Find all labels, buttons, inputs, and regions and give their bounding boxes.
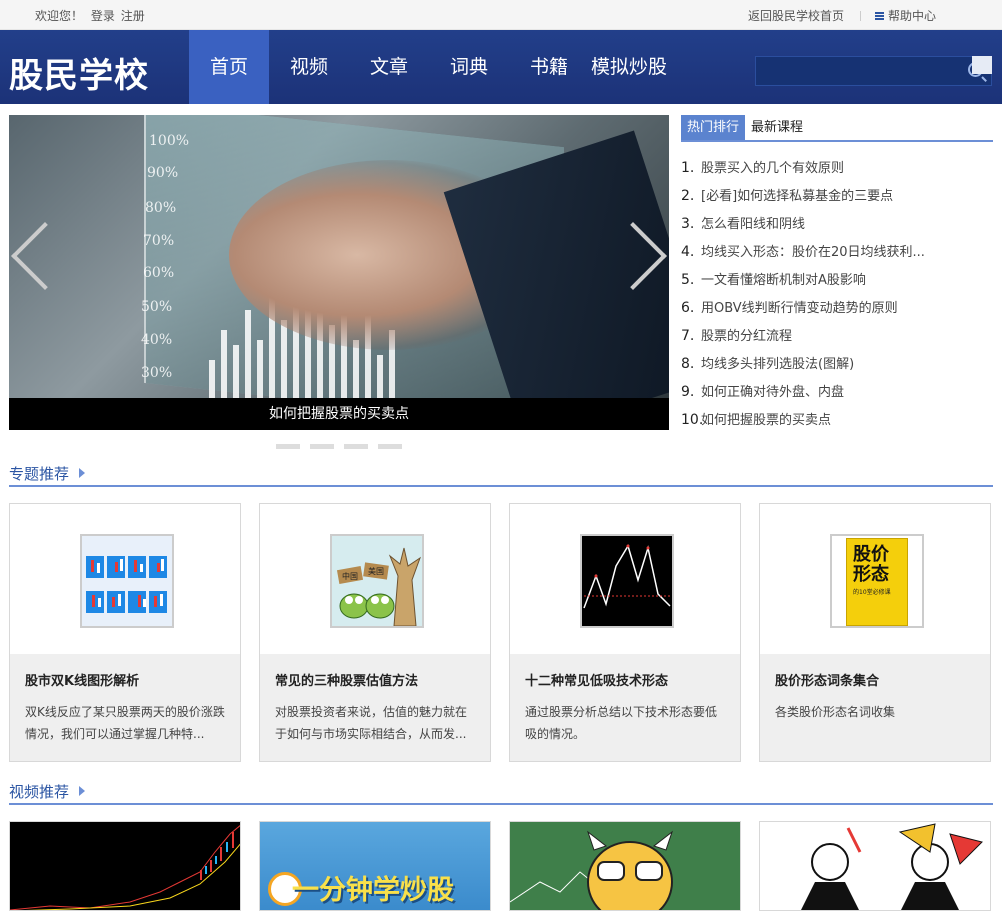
search-box [755,56,992,86]
banner-tick-label: 60% [143,265,175,281]
list-item[interactable]: 8. 均线多头排列选股法(图解) [681,350,993,378]
ranking-tabs: 热门排行 最新课程 [681,115,993,142]
help-center-link[interactable]: 帮助中心 [888,7,936,24]
card-description: 双K线反应了某只股票两天的股价涨跌情况，我们可以通过掌握几种特... [25,705,225,741]
card-title[interactable]: 股市双K线图形解析 [25,670,226,689]
cartoon-thumbnail: 中国 美国 [330,534,424,628]
slider-dot[interactable] [310,444,334,449]
banner-slider[interactable]: 100% 90% 80% 70% 60% 50% 40% 30% 如何把握股票的… [9,115,669,430]
topic-cards: 股市双K线图形解析 双K线反应了某只股票两天的股价涨跌情况，我们可以通过掌握几种… [9,503,991,762]
tab-latest-courses[interactable]: 最新课程 [745,115,809,140]
topic-card[interactable]: 中国 美国 常见的三种股票估值方法 对股票投资者来说，估值的魅力就在于如何与市场… [259,503,491,762]
video-title-text: 一分钟学炒股 [292,875,454,906]
video-card[interactable] [9,821,241,911]
ranking-panel: 热门排行 最新课程 1. 股票买入的几个有效原则 2. [必看]如何选择私募基金的三… [681,115,993,434]
sign-text: 美国 [368,566,384,576]
topics-section-header: 专题推荐 [9,461,993,487]
banner-caption[interactable]: 如何把握股票的买卖点 [9,398,669,430]
card-title[interactable]: 股价形态词条集合 [775,670,976,689]
banner-tick-label: 80% [145,200,177,216]
list-item[interactable]: 5. 一文看懂熔断机制对A股影响 [681,266,993,294]
book-subtitle: 的10堂必修课 [853,589,891,596]
nav-item-simulated-trading[interactable]: 模拟炒股 [589,30,669,104]
register-link[interactable]: 注册 [121,9,145,23]
videos-section-header: 视频推荐 [9,779,993,805]
nav-item-books[interactable]: 书籍 [509,30,589,104]
topic-card[interactable]: 股市双K线图形解析 双K线反应了某只股票两天的股价涨跌情况，我们可以通过掌握几种… [9,503,241,762]
video-card[interactable] [509,821,741,911]
search-input[interactable] [762,62,962,82]
section-title[interactable]: 专题推荐 [9,463,69,484]
caret-right-icon [79,468,85,478]
kline-thumbnail [80,534,174,628]
nav-item-articles[interactable]: 文章 [349,30,429,104]
back-home-link[interactable]: 返回股民学校首页 [748,7,844,24]
list-item[interactable]: 1. 股票买入的几个有效原则 [681,154,993,182]
list-item[interactable]: 9. 如何正确对待外盘、内盘 [681,378,993,406]
menu-icon [874,11,884,20]
slider-dots [276,444,402,449]
sign-text: 中国 [342,571,358,581]
topic-card[interactable]: 股价形态 的10堂必修课 股价形态词条集合 各类股价形态名词收集 [759,503,991,762]
site-header: 股民学校 首页 视频 文章 词典 书籍 模拟炒股 [0,30,1002,104]
top-bar-left: 欢迎您！ 登录 注册 [35,7,147,24]
video-card[interactable] [759,821,991,911]
list-item[interactable]: 6. 用OBV线判断行情变动趋势的原则 [681,294,993,322]
ranking-list: 1. 股票买入的几个有效原则 2. [必看]如何选择私募基金的三要点 3. 怎么看阳线… [681,154,993,434]
corner-badge [972,56,992,74]
site-logo[interactable]: 股民学校 [9,48,149,97]
card-description: 通过股票分析总结以下技术形态要低吸的情况。 [525,705,718,741]
divider [859,10,861,21]
caret-right-icon [79,786,85,796]
video-cards: 一分钟学炒股 [9,821,991,911]
slider-dot[interactable] [378,444,402,449]
slider-dot[interactable] [276,444,300,449]
section-title[interactable]: 视频推荐 [9,781,69,802]
chevron-right-icon[interactable] [629,220,669,290]
banner-tick-label: 100% [149,133,190,149]
book-title: 股价形态 [853,544,889,585]
list-item[interactable]: 7. 股票的分红流程 [681,322,993,350]
card-description: 对股票投资者来说，估值的魅力就在于如何与市场实际相结合，从而发... [275,705,468,741]
video-card[interactable]: 一分钟学炒股 [259,821,491,911]
main-nav: 首页 视频 文章 词典 书籍 模拟炒股 [189,30,669,104]
card-description: 各类股价形态名词收集 [775,705,896,719]
tab-hot-ranking[interactable]: 热门排行 [681,115,746,140]
banner-tick-label: 50% [141,299,173,315]
banner-tick-label: 40% [141,332,173,348]
card-title[interactable]: 十二种常见低吸技术形态 [525,670,726,689]
login-link[interactable]: 登录 [91,9,115,23]
chart-thumbnail [580,534,674,628]
list-item[interactable]: 3. 怎么看阳线和阴线 [681,210,993,238]
topic-card[interactable]: 十二种常见低吸技术形态 通过股票分析总结以下技术形态要低吸的情况。 [509,503,741,762]
card-title[interactable]: 常见的三种股票估值方法 [275,670,476,689]
banner-tick-label: 70% [143,233,175,249]
book-thumbnail: 股价形态 的10堂必修课 [830,534,924,628]
top-bar: 欢迎您！ 登录 注册 返回股民学校首页 帮助中心 [0,0,1002,30]
welcome-text: 欢迎您！ [35,9,84,23]
nav-item-dictionary[interactable]: 词典 [429,30,509,104]
list-item[interactable]: 4. 均线买入形态：股价在20日均线获利... [681,238,993,266]
slider-dot[interactable] [344,444,368,449]
list-item[interactable]: 10.如何把握股票的买卖点 [681,406,993,434]
list-item[interactable]: 2. [必看]如何选择私募基金的三要点 [681,182,993,210]
chevron-left-icon[interactable] [9,220,49,290]
banner-tick-label: 90% [147,165,179,181]
banner-tick-label: 30% [141,365,173,381]
top-bar-right: 返回股民学校首页 帮助中心 [748,7,936,24]
nav-item-video[interactable]: 视频 [269,30,349,104]
nav-item-home[interactable]: 首页 [189,30,269,104]
